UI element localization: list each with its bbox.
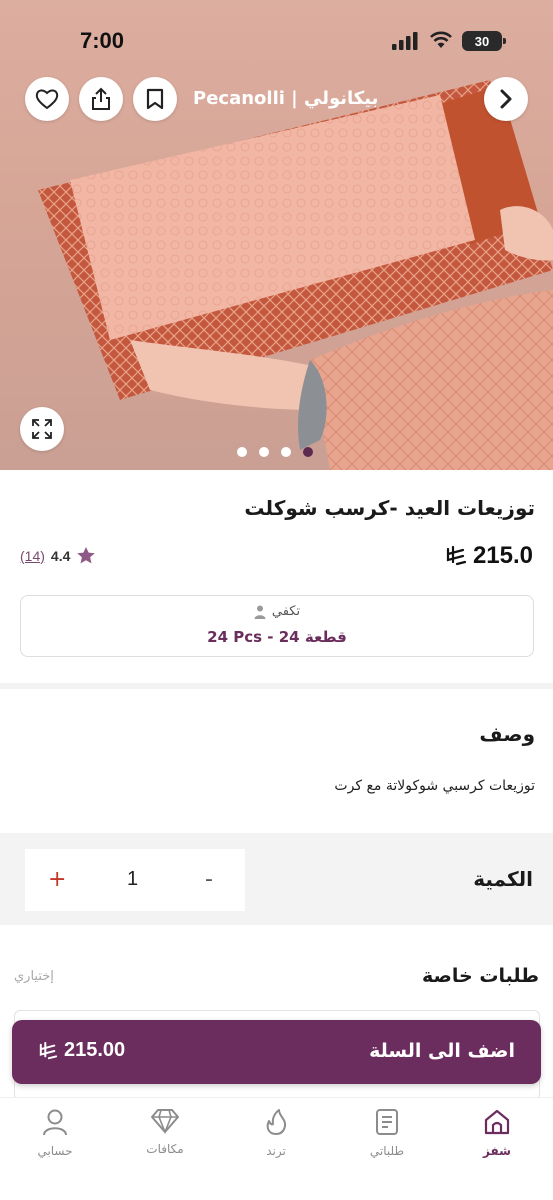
home-icon	[484, 1109, 510, 1135]
expand-icon	[32, 419, 52, 439]
bookmark-icon	[146, 88, 164, 110]
status-bar: 7:00 30	[0, 0, 553, 76]
share-icon	[92, 87, 110, 110]
tab-home[interactable]: شفز	[452, 1108, 542, 1158]
add-to-cart-button[interactable]: اضف الى السلة 215.00	[12, 1020, 541, 1084]
status-time: 7:00	[80, 28, 125, 53]
person-icon	[254, 605, 266, 619]
serves-value: 24 Pcs - 24 قطعة	[207, 628, 347, 646]
product-price: 215.0	[445, 542, 533, 570]
tab-label: حسابي	[37, 1144, 73, 1158]
serves-info-box: تكفي 24 Pcs - 24 قطعة	[20, 595, 534, 657]
carousel-dot[interactable]	[237, 447, 247, 457]
quantity-increase-button[interactable]: +	[48, 867, 66, 892]
chevron-right-icon	[500, 89, 512, 109]
add-to-cart-label: اضف الى السلة	[369, 1040, 515, 1062]
rating-value: 4.4	[50, 547, 71, 564]
store-name[interactable]: Pecanolli | بيكانولي	[193, 88, 378, 109]
special-requests-label: طلبات خاصة	[422, 965, 539, 987]
serves-label-row: تكفي	[21, 604, 533, 619]
description-text: توزيعات كرسبي شوكولاتة مع كرت	[334, 778, 535, 794]
tab-trend[interactable]: ترند	[231, 1108, 321, 1158]
description-heading: وصف	[479, 722, 535, 746]
product-title: توزيعات العيد -كرسب شوكلت	[244, 496, 535, 520]
serves-label: تكفي	[271, 604, 301, 619]
cart-total: 215.00	[38, 1039, 125, 1062]
share-button[interactable]	[79, 77, 123, 121]
optional-label: إختياري	[14, 969, 54, 984]
product-rating[interactable]: (14) 4.4	[20, 546, 96, 565]
trend-icon	[266, 1109, 287, 1135]
account-icon	[43, 1109, 67, 1136]
tab-label: مكافات	[146, 1142, 184, 1156]
tab-label: طلباتي	[369, 1144, 405, 1158]
quantity-decrease-button[interactable]: -	[205, 867, 213, 892]
carousel-pagination	[237, 447, 313, 457]
tab-account[interactable]: حسابي	[10, 1108, 100, 1158]
rating-count[interactable]: (14)	[20, 548, 45, 564]
expand-image-button[interactable]	[20, 407, 64, 451]
tab-label: شفز	[483, 1144, 511, 1158]
carousel-dot[interactable]	[281, 447, 291, 457]
section-divider	[0, 683, 553, 689]
tab-orders[interactable]: طلباتي	[342, 1108, 432, 1158]
carousel-dot[interactable]	[259, 447, 269, 457]
battery-indicator: 30	[462, 31, 506, 51]
carousel-dot-active[interactable]	[303, 447, 313, 457]
quantity-label: الكمية	[473, 867, 533, 891]
orders-icon	[376, 1109, 398, 1135]
cellular-signal-icon	[392, 32, 418, 50]
heart-icon	[35, 89, 59, 110]
quantity-value: 1	[127, 868, 139, 890]
tab-label: ترند	[266, 1144, 286, 1158]
star-icon	[77, 547, 96, 564]
bottom-tab-bar: شفز طلباتي ترند مكافات حسابي	[0, 1097, 553, 1200]
back-button[interactable]	[484, 77, 528, 121]
product-image-carousel[interactable]: 7:00 30 Pecanolli | بيكانولي	[0, 0, 553, 470]
favorite-button[interactable]	[25, 77, 69, 121]
tab-rewards[interactable]: مكافات	[120, 1108, 210, 1156]
wifi-icon	[430, 31, 452, 48]
bookmark-button[interactable]	[133, 77, 177, 121]
diamond-icon	[151, 1109, 179, 1134]
price-value: 215.0	[472, 542, 533, 569]
cart-price-value: 215.00	[64, 1039, 126, 1061]
riyal-icon	[446, 546, 467, 566]
riyal-icon	[39, 1041, 58, 1059]
